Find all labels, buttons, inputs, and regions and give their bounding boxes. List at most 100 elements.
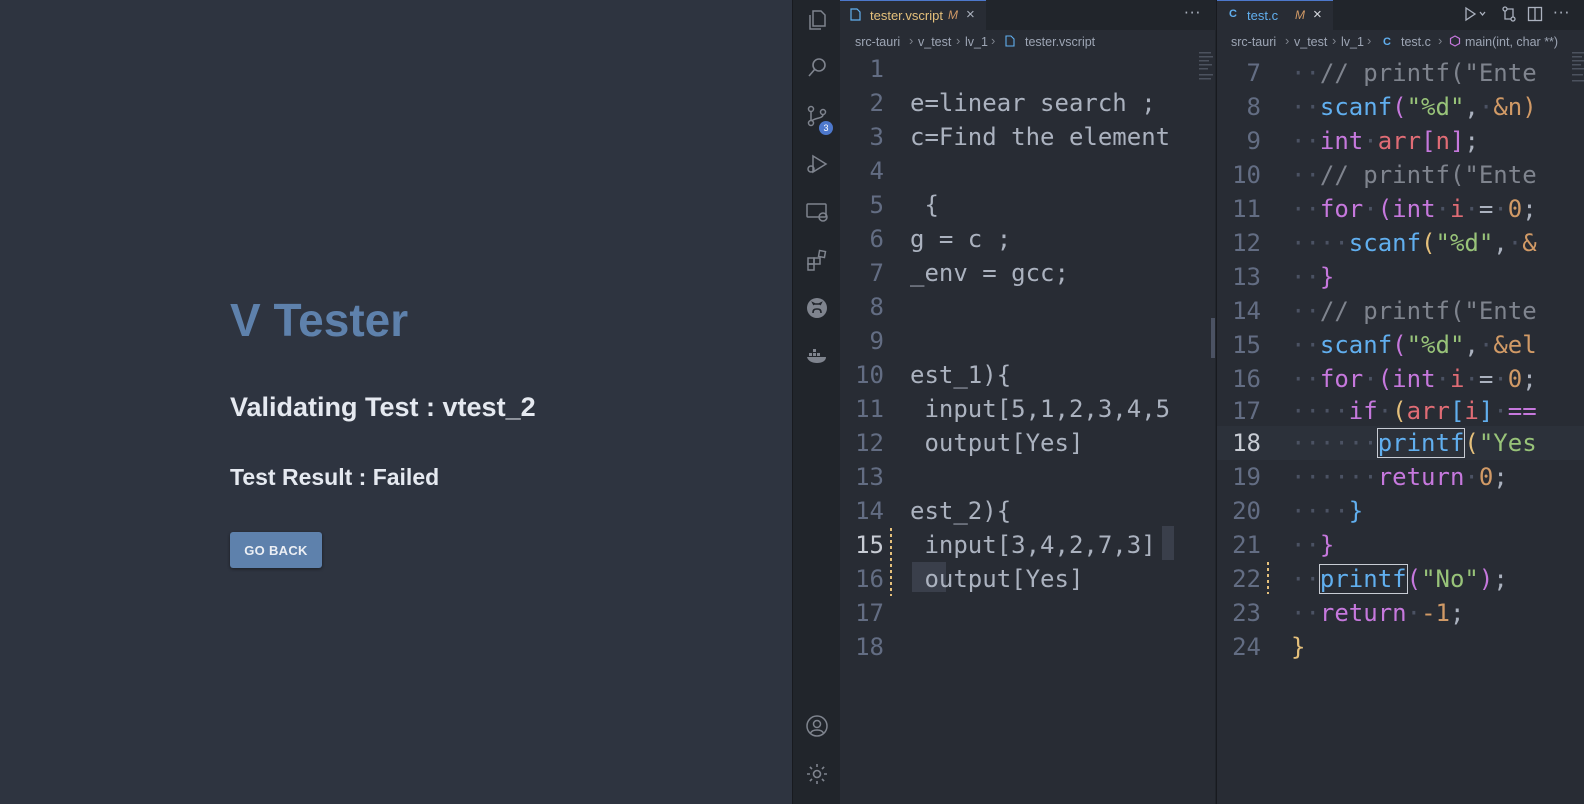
line-number: 12: [855, 429, 884, 457]
line-number: 9: [869, 327, 884, 355]
line-number: 14: [1232, 297, 1261, 325]
settings-gear-icon[interactable]: [805, 762, 829, 786]
line-number: 8: [1246, 93, 1261, 121]
line-number: 7: [1246, 59, 1261, 87]
extensions-icon[interactable]: [805, 248, 829, 272]
code-line: est_1){: [910, 361, 1012, 389]
code-line: ····scanf("%d",·&: [1291, 229, 1537, 257]
chevron-right-icon: ›: [909, 33, 914, 48]
breadcrumb: src-tauri › v_test › lv_1 › tester.vscri…: [840, 30, 1215, 56]
code-line: ··scanf("%d",·&n): [1291, 93, 1537, 121]
v-tester-app-panel: V Tester Validating Test : vtest_2 Test …: [0, 0, 792, 804]
test-result-text: Test Result : Failed: [230, 464, 440, 490]
line-number: 13: [1232, 263, 1261, 291]
more-actions-icon[interactable]: ···: [1184, 4, 1201, 22]
line-number-active: 15: [855, 531, 884, 559]
line-number: 7: [869, 259, 884, 287]
breadcrumb-item[interactable]: v_test: [1294, 35, 1327, 49]
code-line: c=Find the element: [910, 123, 1171, 151]
run-debug-icon[interactable]: [805, 152, 829, 176]
chevron-right-icon: ›: [1367, 33, 1372, 48]
line-number: 23: [1232, 599, 1261, 627]
line-number: 19: [1232, 463, 1261, 491]
code-line: ··for·(int·i·=·0;: [1291, 365, 1537, 393]
chevron-right-icon: ›: [1332, 33, 1337, 48]
code-line: _env = gcc;: [910, 259, 1069, 287]
line-number: 5: [869, 191, 884, 219]
chevron-right-icon: ›: [956, 33, 961, 48]
go-back-button[interactable]: GO BACK: [230, 532, 322, 568]
account-icon[interactable]: [805, 714, 829, 738]
breadcrumb-item[interactable]: tester.vscript: [1025, 35, 1095, 49]
chevron-right-icon: ›: [1285, 33, 1290, 48]
line-number: 20: [1232, 497, 1261, 525]
breadcrumb-item[interactable]: src-tauri: [1231, 35, 1276, 49]
code-line: ··// printf("Ente: [1291, 297, 1537, 325]
line-number: 3: [869, 123, 884, 151]
code-line: ··}: [1291, 531, 1335, 559]
breadcrumb-item[interactable]: lv_1: [965, 35, 988, 49]
code-line: {: [910, 191, 939, 219]
line-number: 10: [855, 361, 884, 389]
breadcrumb-item[interactable]: lv_1: [1341, 35, 1364, 49]
modified-lines-gutter: [890, 528, 892, 596]
split-editor-icon[interactable]: [1527, 6, 1543, 26]
line-number: 24: [1232, 633, 1261, 661]
search-icon[interactable]: [805, 56, 829, 80]
line-number: 21: [1232, 531, 1261, 559]
run-code-icon[interactable]: [1463, 6, 1487, 26]
line-number: 18: [855, 633, 884, 661]
code-line: ··return·-1;: [1291, 599, 1465, 627]
tab-strip: tester.vscript M × ···: [840, 0, 1215, 30]
code-line: ··for·(int·i·=·0;: [1291, 195, 1537, 223]
tab-label: test.c: [1247, 8, 1279, 23]
files-icon[interactable]: [805, 8, 829, 32]
code-line: input[3,4,2,7,3]: [910, 531, 1156, 559]
app-title: V Tester: [230, 294, 409, 346]
code-line: ··// printf("Ente: [1291, 161, 1537, 189]
breadcrumb-item[interactable]: v_test: [918, 35, 951, 49]
docker-icon[interactable]: [805, 344, 829, 368]
c-file-icon: C: [1229, 8, 1237, 20]
breadcrumb-item[interactable]: src-tauri: [855, 35, 900, 49]
tab-label: tester.vscript: [870, 8, 943, 23]
modified-indicator: M: [948, 8, 958, 22]
more-actions-icon[interactable]: ···: [1553, 4, 1570, 22]
code-editor[interactable]: 7 8 9 10 11 12 13 14 15 16 17 18 19 20 2…: [1217, 56, 1584, 804]
line-number: 17: [1232, 397, 1261, 425]
github-icon[interactable]: [805, 296, 829, 320]
line-number: 1: [869, 55, 884, 83]
line-number: 10: [1232, 161, 1261, 189]
breadcrumb: src-tauri › v_test › lv_1 › C test.c › m…: [1217, 30, 1584, 56]
line-number: 14: [855, 497, 884, 525]
code-line: }: [1291, 633, 1306, 661]
line-number: 9: [1246, 127, 1261, 155]
tab-test-c[interactable]: C test.c M ×: [1217, 0, 1333, 30]
code-line: input[5,1,2,3,4,5: [910, 395, 1171, 423]
code-line: e=linear search ;: [910, 89, 1156, 117]
breadcrumb-item[interactable]: main(int, char **): [1465, 35, 1558, 49]
chevron-right-icon: ›: [991, 33, 996, 48]
code-line: ··}: [1291, 263, 1335, 291]
remote-explorer-icon[interactable]: [805, 200, 829, 224]
code-editor[interactable]: 1 2 3 4 5 6 7 8 9 10 11 12 13 14 15 16 1…: [840, 55, 1215, 804]
tab-tester-vscript[interactable]: tester.vscript M ×: [840, 0, 986, 30]
line-number: 22: [1232, 565, 1261, 593]
line-number: 12: [1232, 229, 1261, 257]
source-control-badge: 3: [819, 121, 833, 135]
line-number: 11: [1232, 195, 1261, 223]
code-line: ······return·0;: [1291, 463, 1508, 491]
close-icon[interactable]: ×: [966, 6, 975, 23]
scrollbar-thumb[interactable]: [1211, 318, 1215, 358]
compare-changes-icon[interactable]: [1501, 6, 1517, 26]
close-icon[interactable]: ×: [1313, 6, 1322, 23]
line-number: 8: [869, 293, 884, 321]
code-line: ··printf("No");: [1291, 564, 1508, 594]
breadcrumb-item[interactable]: test.c: [1401, 35, 1431, 49]
modified-indicator: M: [1295, 8, 1305, 22]
editor-group-test-c: C test.c M × ··· src-tauri › v_test › lv…: [1216, 0, 1584, 804]
code-line: ··int·arr[n];: [1291, 127, 1479, 155]
line-number: 15: [1232, 331, 1261, 359]
line-number: 2: [869, 89, 884, 117]
code-line: output[Yes]: [910, 429, 1084, 457]
